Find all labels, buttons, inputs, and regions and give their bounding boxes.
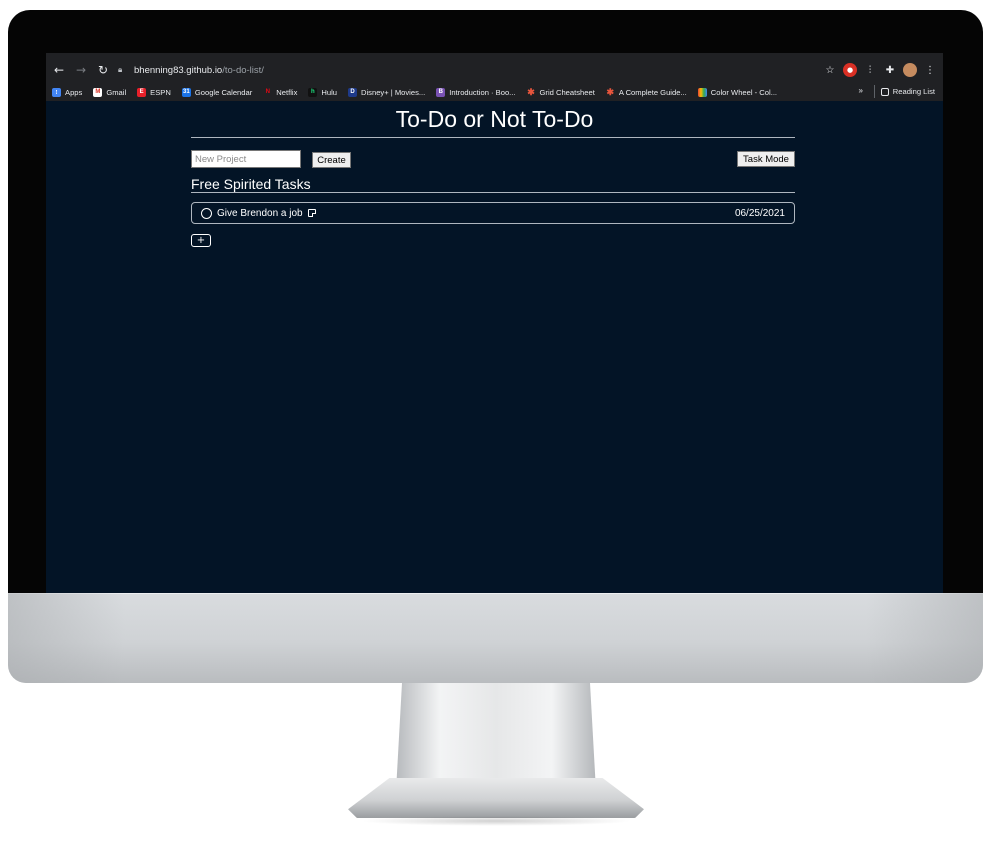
espn-icon: E	[137, 87, 147, 97]
bookmark-apps[interactable]: ⁝ Apps	[52, 87, 83, 97]
monitor-chin	[8, 593, 983, 683]
browser-chrome: ← → ↻ 🔒︎ bhenning83.github.io /to-do-lis…	[46, 53, 943, 101]
monitor-stand-neck	[396, 683, 596, 791]
reading-list-label: Reading List	[892, 87, 935, 96]
monitor-stand-base	[348, 778, 644, 818]
google-calendar-icon: 31	[181, 87, 191, 97]
address-bar[interactable]: 🔒︎ bhenning83.github.io /to-do-list/	[118, 60, 838, 80]
browser-toolbar: ← → ↻ 🔒︎ bhenning83.github.io /to-do-lis…	[46, 57, 943, 83]
project-title: Free Spirited Tasks	[191, 176, 311, 192]
reload-icon[interactable]: ↻	[93, 60, 113, 80]
bookmark-color-wheel[interactable]: Color Wheel - Col...	[697, 87, 778, 97]
bookmark-complete-guide[interactable]: ✱ A Complete Guide...	[606, 86, 687, 97]
bookmark-label: Introduction · Boo...	[449, 87, 516, 97]
bookmark-label: Grid Cheatsheet	[539, 87, 595, 97]
bookmark-grid-cheatsheet[interactable]: ✱ Grid Cheatsheet	[527, 86, 595, 97]
bookmark-netflix[interactable]: N Netflix	[263, 87, 298, 97]
monitor-screen: ← → ↻ 🔒︎ bhenning83.github.io /to-do-lis…	[46, 53, 943, 593]
color-wheel-icon	[697, 87, 707, 97]
task-due-date: 06/25/2021	[734, 207, 785, 219]
bookmark-espn[interactable]: E ESPN	[137, 87, 171, 97]
bookmark-disney-plus[interactable]: D Disney+ | Movies...	[348, 87, 426, 97]
bootstrap-icon: B	[436, 87, 446, 97]
bookmark-hulu[interactable]: h Hulu	[308, 87, 337, 97]
bookmark-label: Disney+ | Movies...	[361, 87, 426, 97]
add-task-button[interactable]: +	[191, 234, 211, 247]
extension-two-icon[interactable]: ⫶	[863, 63, 877, 77]
hulu-icon: h	[308, 87, 318, 97]
disney-plus-icon: D	[348, 87, 357, 97]
extension-icon[interactable]: ●	[843, 63, 857, 77]
bookmark-label: ESPN	[150, 87, 171, 97]
bookmark-label: Hulu	[321, 87, 337, 97]
create-button[interactable]: Create	[312, 152, 351, 168]
lock-icon: 🔒︎	[118, 65, 123, 74]
gmail-icon: M	[93, 87, 103, 97]
asterisk-icon: ✱	[606, 86, 615, 97]
profile-avatar[interactable]	[903, 63, 917, 77]
bookmark-label: Netflix	[276, 87, 298, 97]
kebab-menu-icon[interactable]: ⋮	[923, 63, 937, 77]
url-host: bhenning83.github.io	[134, 64, 223, 76]
page-title: To-Do or Not To-Do	[395, 106, 594, 132]
puzzle-icon[interactable]: ✚	[883, 63, 897, 77]
bookmark-label: Google Calendar	[194, 87, 253, 97]
bookmarks-bar: ⁝ Apps M Gmail E ESPN 31 Google Calendar…	[46, 83, 943, 101]
bookmarks-overflow-button[interactable]: »	[859, 86, 863, 95]
browser-action-icons: ☆ ● ⫶ ✚ ⋮	[823, 60, 937, 80]
back-arrow-icon[interactable]: ←	[49, 60, 69, 80]
bookmark-google-calendar[interactable]: 31 Google Calendar	[181, 87, 253, 97]
task-item[interactable]: Give Brendon a job 06/25/2021	[191, 202, 795, 224]
forward-arrow-icon[interactable]: →	[71, 60, 91, 80]
apps-grid-icon: ⁝	[52, 87, 61, 97]
bookmark-label: Gmail	[106, 87, 127, 97]
asterisk-icon: ✱	[527, 86, 535, 97]
bookmark-label: Color Wheel - Col...	[710, 87, 778, 97]
netflix-icon: N	[265, 89, 270, 95]
new-project-input[interactable]	[191, 150, 301, 168]
task-name: Give Brendon a job	[217, 207, 303, 219]
reading-list-icon	[880, 87, 889, 96]
bookmark-bootstrap[interactable]: B Introduction · Boo...	[436, 87, 516, 97]
task-mode-button[interactable]: Task Mode	[737, 151, 795, 167]
reading-list-button[interactable]: Reading List	[873, 85, 935, 98]
bookmark-gmail[interactable]: M Gmail	[93, 87, 127, 97]
todo-app: To-Do or Not To-Do Create Task Mode Free…	[46, 101, 943, 593]
bookmark-star-icon[interactable]: ☆	[823, 63, 837, 77]
project-divider	[191, 192, 795, 193]
title-divider	[191, 137, 795, 138]
task-complete-circle-icon[interactable]	[201, 207, 212, 219]
monitor-stand-shadow	[360, 816, 632, 826]
bookmark-label: Apps	[65, 87, 83, 97]
bookmark-label: A Complete Guide...	[618, 87, 687, 97]
note-icon[interactable]	[307, 209, 316, 217]
url-path: /to-do-list/	[222, 64, 264, 76]
